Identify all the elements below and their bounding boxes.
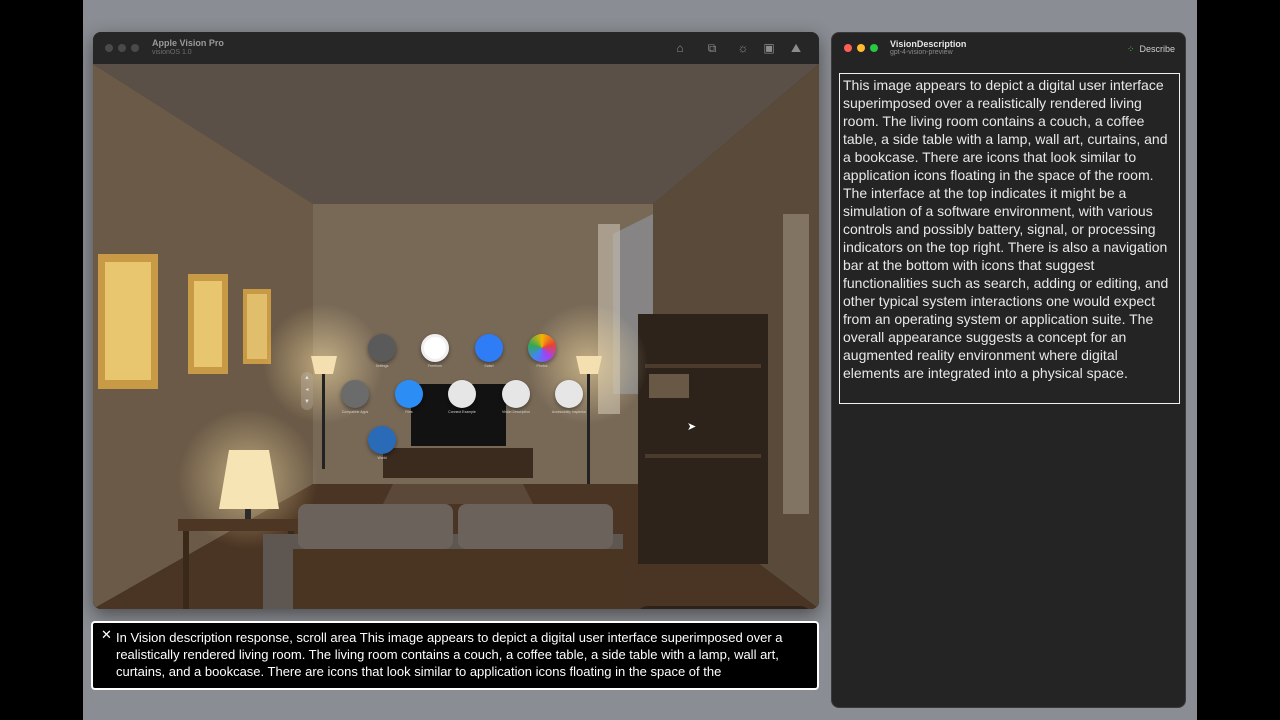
app-label-files: Files (405, 410, 413, 414)
description-scroll-area[interactable]: This image appears to depict a digital u… (839, 73, 1180, 404)
volume-control[interactable]: ▲ ◂ ▼ (301, 372, 313, 410)
describe-label: Describe (1139, 44, 1175, 54)
room-illustration (93, 64, 819, 609)
minimize-button[interactable] (857, 44, 865, 52)
home-icon[interactable]: ⌂ (672, 40, 688, 56)
app-label-photos: Photos (536, 364, 548, 368)
photos-icon[interactable] (528, 334, 556, 362)
describe-button[interactable]: ⁘ Describe (1127, 42, 1175, 56)
speaker-icon[interactable]: ◂ (301, 384, 313, 396)
zoom-button[interactable] (870, 44, 878, 52)
environment-icon[interactable]: ⛰ (788, 40, 804, 56)
app-label-world: World (377, 456, 387, 460)
voiceover-caption-text: In Vision description response, scroll a… (116, 630, 783, 679)
brightness-icon[interactable]: ☼ (735, 40, 751, 56)
vision-description-window: VisionDescription gpt-4-vision-preview ⁘… (831, 32, 1186, 708)
up-icon[interactable]: ▲ (301, 372, 313, 384)
connect-example-icon[interactable] (448, 380, 476, 408)
voiceover-caption-panel: ✕ In Vision description response, scroll… (91, 621, 819, 690)
living-room-scene[interactable]: ▲ ◂ ▼ Settings Freeform Safari Photos Co… (93, 64, 819, 609)
freeform-icon[interactable] (421, 334, 449, 362)
window-subtitle: gpt-4-vision-preview (890, 49, 953, 56)
down-icon[interactable]: ▼ (301, 396, 313, 408)
app-label-accessibility-inspector: Accessibility Inspector (551, 410, 587, 414)
simulator-subtitle: visionOS 1.0 (152, 49, 192, 56)
app-label-vision-description: Vision Description (502, 410, 530, 414)
simulator-titlebar: Apple Vision Pro visionOS 1.0 ⌂ ⧉ ☼ ▣ ⛰ (93, 32, 819, 64)
device-icon[interactable]: ▣ (761, 40, 777, 56)
vision-description-icon[interactable] (502, 380, 530, 408)
close-button[interactable] (844, 44, 852, 52)
simulator-title: Apple Vision Pro (152, 38, 224, 48)
app-label-freeform: Freeform (427, 364, 443, 368)
mouse-pointer-icon: ➤ (687, 421, 697, 433)
sparkle-icon: ⁘ (1126, 43, 1135, 54)
app-label-safari: Safari (484, 364, 494, 368)
simulator-window: Apple Vision Pro visionOS 1.0 ⌂ ⧉ ☼ ▣ ⛰ (93, 32, 819, 609)
close-icon[interactable]: ✕ (101, 627, 112, 643)
zoom-button[interactable] (131, 44, 139, 52)
compatible-apps-icon[interactable] (341, 380, 369, 408)
accessibility-inspector-icon[interactable] (555, 380, 583, 408)
simulator-bottom-toolbar: ↻ ⊕ ✥ ⊛ ⌕ ⎚ (636, 606, 812, 609)
minimize-button[interactable] (118, 44, 126, 52)
screenshot-icon[interactable]: ⧉ (704, 40, 720, 56)
app-label-connect-example: Connect Example (448, 410, 476, 414)
app-label-compatible-apps: Compatible Apps (341, 410, 369, 414)
app-label-settings: Settings (375, 364, 389, 368)
window-title: VisionDescription (890, 39, 967, 49)
settings-icon[interactable] (368, 334, 396, 362)
files-icon[interactable] (395, 380, 423, 408)
safari-icon[interactable] (475, 334, 503, 362)
close-button[interactable] (105, 44, 113, 52)
globe-icon[interactable] (368, 426, 396, 454)
